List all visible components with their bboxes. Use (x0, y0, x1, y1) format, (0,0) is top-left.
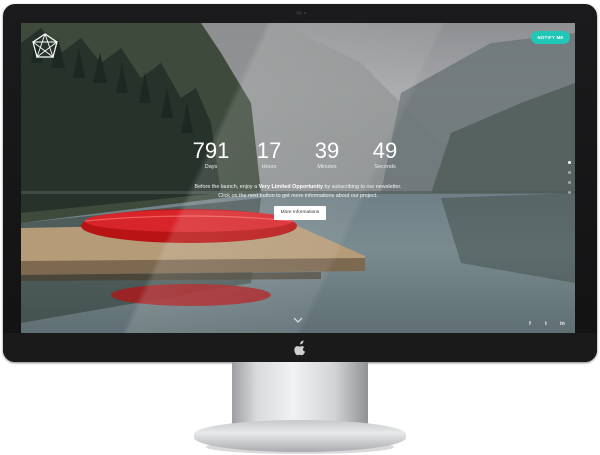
linkedin-icon[interactable]: in (560, 321, 565, 327)
countdown-timer: 791 Days 17 Hours 39 Minutes 49 Seconds (21, 139, 575, 171)
slide-dot[interactable] (567, 191, 571, 194)
launch-message-line2: Click on the next button to get more inf… (218, 193, 378, 199)
countdown-seconds: 49 Seconds (356, 139, 414, 171)
launch-message-line1: Before the launch, enjoy a Very Limited … (21, 183, 575, 192)
countdown-label: Days (204, 164, 218, 170)
slide-dot[interactable] (567, 161, 571, 164)
facebook-icon[interactable]: f (529, 321, 531, 327)
countdown-hours: 17 Hours (240, 139, 298, 171)
launch-message: Before the launch, enjoy a Very Limited … (21, 183, 575, 201)
countdown-label: Minutes (317, 164, 337, 170)
countdown-value: 791 (192, 138, 230, 163)
message-highlight: Very Limited Opportunity (258, 184, 324, 190)
monitor-base (194, 420, 406, 452)
more-informations-button[interactable]: More Informations (274, 206, 326, 220)
twitter-icon[interactable]: t (545, 321, 547, 327)
countdown-value: 39 (314, 138, 340, 163)
message-text: by subscribing to our newsletter. (323, 184, 402, 190)
apple-icon (294, 340, 306, 356)
slide-dot[interactable] (567, 171, 571, 174)
website-screen: NOTIFY ME 791 Days 17 Hours 39 Minutes 4… (21, 23, 575, 334)
camera-icon (296, 11, 306, 15)
monitor-stand (232, 362, 368, 428)
chevron-down-icon[interactable] (293, 316, 303, 324)
countdown-value: 49 (372, 138, 398, 163)
countdown-label: Seconds (374, 164, 396, 170)
logo-icon[interactable] (31, 32, 59, 60)
message-text: Before the launch, enjoy a (194, 184, 259, 190)
slide-navigation-dots (566, 161, 572, 201)
landscape-illustration (21, 23, 575, 323)
countdown-minutes: 39 Minutes (298, 139, 356, 171)
notify-me-button[interactable]: NOTIFY ME (531, 31, 570, 44)
countdown-label: Hours (261, 164, 277, 170)
countdown-value: 17 (256, 138, 282, 163)
countdown-days: 791 Days (182, 139, 240, 171)
slide-dot[interactable] (567, 181, 571, 184)
